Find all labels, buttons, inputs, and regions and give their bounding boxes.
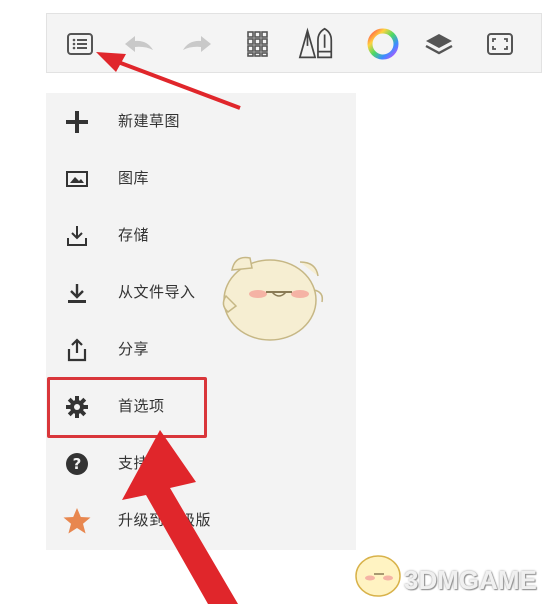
- menu-item-gallery[interactable]: 图库: [46, 150, 356, 207]
- menu-item-label: 新建草图: [118, 112, 181, 130]
- star-icon: [62, 506, 92, 536]
- pen-tools-icon[interactable]: [297, 24, 337, 64]
- svg-text:?: ?: [73, 455, 82, 473]
- menu-item-import-file[interactable]: 从文件导入: [46, 264, 356, 321]
- menu-item-save[interactable]: 存储: [46, 207, 356, 264]
- import-icon: [62, 278, 92, 308]
- share-icon: [62, 335, 92, 365]
- highlight-box: [47, 377, 207, 438]
- fullscreen-icon[interactable]: [480, 24, 520, 64]
- grid-icon[interactable]: [240, 24, 280, 64]
- menu-item-share[interactable]: 分享: [46, 321, 356, 378]
- save-icon: [62, 221, 92, 251]
- watermark-text: 3DMGAME: [404, 565, 537, 595]
- undo-icon[interactable]: [119, 24, 159, 64]
- menu-item-upgrade[interactable]: 升级到高级版: [46, 492, 356, 549]
- plus-icon: [62, 107, 92, 137]
- gallery-icon: [62, 164, 92, 194]
- menu-item-label: 存储: [118, 226, 150, 244]
- layers-icon[interactable]: [419, 24, 459, 64]
- menu-item-label: 从文件导入: [118, 283, 196, 301]
- menu-item-label: 图库: [118, 169, 150, 187]
- menu-item-new-sketch[interactable]: 新建草图: [46, 93, 356, 150]
- top-toolbar: [46, 13, 542, 73]
- menu-item-label: 分享: [118, 340, 150, 358]
- help-icon: ?: [62, 449, 92, 479]
- menu-item-support[interactable]: ? 支持: [46, 435, 356, 492]
- menu-item-label: 升级到高级版: [118, 511, 212, 529]
- color-wheel-icon[interactable]: [363, 24, 403, 64]
- redo-icon[interactable]: [177, 24, 217, 64]
- menu-list-icon[interactable]: [60, 24, 100, 64]
- main-menu-panel: 新建草图 图库 存储 从文件导入 分享 首选项 ? 支持 升级到高级版: [46, 93, 356, 550]
- menu-item-label: 支持: [118, 454, 150, 472]
